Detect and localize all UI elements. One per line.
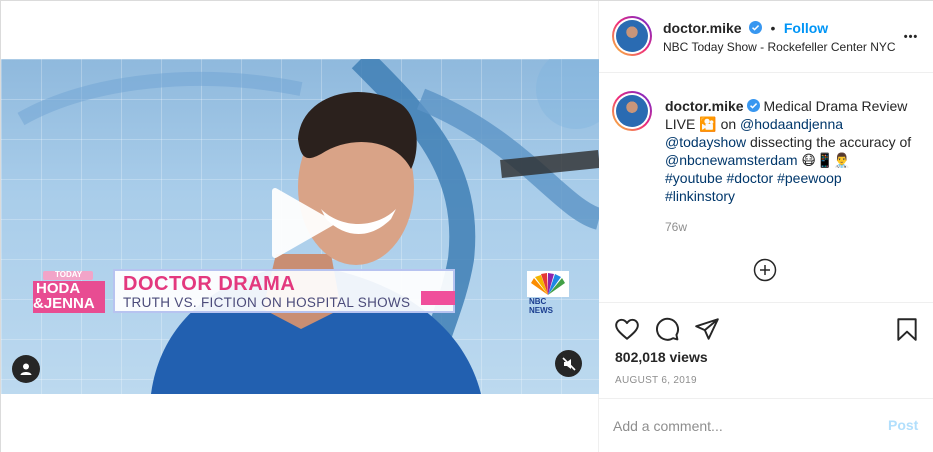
caption-text: on: [716, 116, 741, 132]
post-comment-button[interactable]: Post: [888, 417, 918, 433]
mute-icon: [561, 356, 576, 371]
separator: •: [770, 20, 776, 36]
mute-button[interactable]: [555, 350, 582, 377]
hashtag-doctor[interactable]: #doctor: [727, 170, 774, 186]
caption-avatar[interactable]: [612, 91, 652, 131]
post-date: AUGUST 6, 2019: [615, 375, 697, 386]
plus-circle-icon[interactable]: [753, 258, 777, 282]
verified-badge-icon: [746, 99, 760, 112]
hashtag-linkinstory[interactable]: #linkinstory: [665, 188, 735, 204]
headline-box: DOCTOR DRAMA TRUTH VS. FICTION ON HOSPIT…: [113, 269, 455, 313]
details-panel: doctor.mike • Follow NBC Today Show - Ro…: [599, 1, 933, 452]
bookmark-icon[interactable]: [894, 316, 920, 342]
mention-nbcnewamsterdam[interactable]: @nbcnewamsterdam: [665, 152, 798, 168]
media-panel: TODAY HODA &JENNA DOCTOR DRAMA TRUTH VS.…: [1, 1, 599, 452]
location-link[interactable]: NBC Today Show - Rockefeller Center NYC: [663, 40, 896, 54]
caption-username[interactable]: doctor.mike: [665, 98, 744, 114]
more-icon: •••: [903, 31, 919, 43]
live-emoji: 🎦: [699, 116, 717, 132]
mention-hodaandjenna[interactable]: @hodaandjenna: [740, 116, 843, 132]
video-player[interactable]: [1, 59, 599, 394]
user-tag-icon: [20, 363, 32, 375]
headline-text: DOCTOR DRAMA: [123, 273, 296, 295]
caption: doctor.mike Medical Drama Review LIVE 🎦 …: [665, 97, 915, 205]
avatar: [616, 20, 648, 52]
post-actions: 802,018 views AUGUST 6, 2019: [599, 302, 933, 398]
nbc-news-logo: NBC NEWS: [527, 271, 569, 315]
caption-age: 76w: [665, 220, 688, 234]
logo-jenna-text: &JENNA: [33, 295, 95, 312]
comment-bar: Post: [599, 398, 933, 452]
post-dialog: TODAY HODA &JENNA DOCTOR DRAMA TRUTH VS.…: [0, 0, 933, 452]
subheadline-text: TRUTH VS. FICTION ON HOSPITAL SHOWS: [123, 295, 411, 310]
hashtag-peewoop[interactable]: #peewoop: [777, 170, 842, 186]
headline-accent: [421, 291, 455, 305]
view-count[interactable]: 802,018 views: [615, 349, 708, 365]
profile-avatar[interactable]: [612, 16, 652, 56]
verified-badge-icon: [749, 21, 763, 34]
logo-today-text: TODAY: [55, 270, 83, 279]
post-header: doctor.mike • Follow NBC Today Show - Ro…: [599, 1, 933, 73]
comment-input[interactable]: [613, 415, 873, 437]
today-show-logo: TODAY HODA &JENNA: [33, 270, 105, 313]
mention-todayshow[interactable]: @todayshow: [665, 134, 746, 150]
nbc-news-text: NBC NEWS: [529, 297, 553, 315]
caption-emojis: 😷📱👨‍⚕️: [797, 152, 851, 168]
tagged-users-button[interactable]: [12, 355, 40, 383]
caption-text: dissecting the accuracy of: [746, 134, 912, 150]
follow-button[interactable]: Follow: [784, 20, 828, 36]
tv-lower-third: [1, 321, 599, 394]
header-username[interactable]: doctor.mike: [663, 20, 742, 36]
more-options-button[interactable]: •••: [901, 27, 921, 47]
heart-icon[interactable]: [614, 316, 640, 342]
send-icon[interactable]: [694, 316, 720, 342]
comment-icon[interactable]: [654, 316, 680, 342]
play-icon[interactable]: [269, 187, 335, 259]
peacock-icon: [527, 271, 569, 309]
avatar: [616, 95, 648, 127]
hashtag-youtube[interactable]: #youtube: [665, 170, 723, 186]
